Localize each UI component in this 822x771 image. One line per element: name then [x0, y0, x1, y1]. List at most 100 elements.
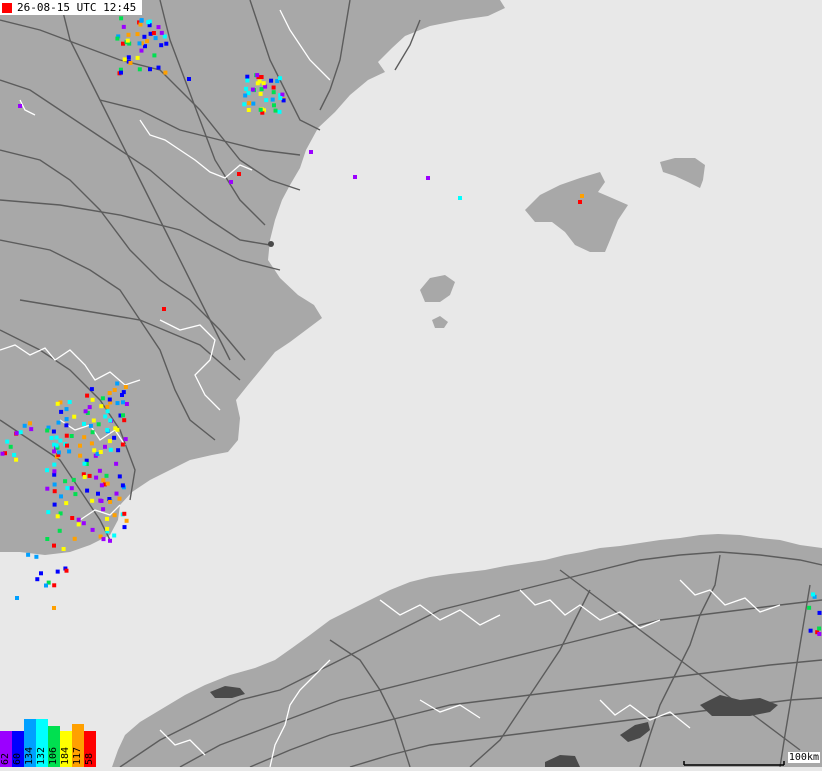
strike-mark	[108, 439, 112, 443]
strike-mark	[28, 421, 32, 425]
strike-mark	[160, 31, 164, 35]
strike-mark	[243, 94, 247, 98]
strike-mark	[264, 98, 268, 102]
strike-mark	[64, 501, 68, 505]
strike-mark	[1, 452, 5, 456]
legend-count: 62	[0, 721, 12, 765]
strike-mark	[106, 409, 110, 413]
strike-mark	[112, 534, 116, 538]
strike-mark	[122, 390, 126, 394]
strike-mark	[272, 90, 276, 94]
strike-mark	[77, 522, 81, 526]
strike-mark	[138, 67, 142, 71]
strike-mark	[121, 443, 125, 447]
strike-mark	[91, 398, 95, 402]
strike-mark	[53, 483, 57, 487]
strike-mark	[65, 434, 69, 438]
strike-mark	[45, 487, 49, 491]
strike-mark	[115, 382, 119, 386]
strike-mark	[90, 387, 94, 391]
strike-mark	[148, 67, 152, 71]
strike-mark	[88, 405, 92, 409]
strike-mark	[97, 422, 101, 426]
strike-mark	[56, 514, 60, 518]
strike-mark	[103, 445, 107, 449]
strike-mark	[152, 53, 156, 57]
strike-mark	[29, 427, 33, 431]
legend-count: 132	[36, 721, 48, 765]
strike-mark	[818, 611, 822, 615]
lightning-map	[0, 0, 822, 767]
strike-mark	[73, 537, 77, 541]
strike-mark	[811, 592, 815, 596]
strike-mark	[157, 25, 161, 29]
strike-mark	[269, 79, 273, 83]
legend-count: 58	[84, 721, 96, 765]
strike-mark	[96, 492, 100, 496]
strike-mark	[82, 435, 86, 439]
strike-mark	[56, 402, 60, 406]
strike-mark	[164, 42, 168, 46]
strike-mark	[90, 499, 94, 503]
strike-mark	[52, 583, 56, 587]
scale-bar: 100km	[682, 749, 822, 767]
strike-mark	[14, 458, 18, 462]
strike-mark	[140, 49, 144, 53]
strike-mark	[136, 32, 140, 36]
strike-mark	[98, 469, 102, 473]
strike-mark	[56, 570, 60, 574]
strike-mark	[237, 172, 241, 176]
strike-mark	[578, 200, 582, 204]
strike-mark	[121, 400, 125, 404]
strike-mark	[55, 436, 59, 440]
legend-count: 106	[48, 721, 60, 765]
strike-mark	[26, 553, 30, 557]
strike-mark	[65, 486, 69, 490]
strike-mark	[114, 462, 118, 466]
strike-mark	[124, 437, 128, 441]
timestamp-color-square	[2, 3, 12, 13]
strike-mark	[162, 307, 166, 311]
strike-mark	[72, 415, 76, 419]
strike-mark	[92, 448, 96, 452]
strike-mark	[98, 499, 102, 503]
strike-mark	[101, 396, 105, 400]
strike-mark	[163, 35, 167, 39]
strike-mark	[105, 527, 109, 531]
strike-mark	[15, 431, 19, 435]
strike-mark	[121, 413, 125, 417]
strike-mark	[112, 436, 116, 440]
strike-mark	[353, 175, 357, 179]
strike-mark	[817, 627, 821, 631]
strike-mark	[52, 544, 56, 548]
strike-mark	[67, 449, 71, 453]
strike-mark	[53, 489, 57, 493]
strike-mark	[90, 441, 94, 445]
strike-mark	[84, 409, 88, 413]
strike-mark	[163, 71, 167, 75]
strike-mark	[262, 81, 266, 85]
strike-mark	[63, 479, 67, 483]
strike-mark	[157, 66, 161, 70]
legend-count: 117	[72, 721, 84, 765]
strike-mark	[125, 519, 129, 523]
strike-mark	[817, 632, 821, 636]
strike-mark	[274, 109, 278, 113]
strike-mark	[65, 569, 69, 573]
strike-mark	[108, 419, 112, 423]
strike-mark	[108, 391, 112, 395]
strike-mark	[309, 150, 313, 154]
strike-mark	[260, 75, 264, 79]
strike-mark	[187, 77, 191, 81]
strike-mark	[105, 405, 109, 409]
strike-mark	[105, 517, 109, 521]
strike-mark	[138, 41, 142, 45]
scale-label: 100km	[788, 752, 820, 763]
strike-mark	[83, 475, 87, 479]
strike-mark	[119, 16, 123, 20]
strike-mark	[146, 20, 150, 24]
strike-mark	[65, 407, 69, 411]
strike-mark	[52, 606, 56, 610]
strike-mark	[72, 478, 76, 482]
strike-mark	[127, 33, 131, 37]
